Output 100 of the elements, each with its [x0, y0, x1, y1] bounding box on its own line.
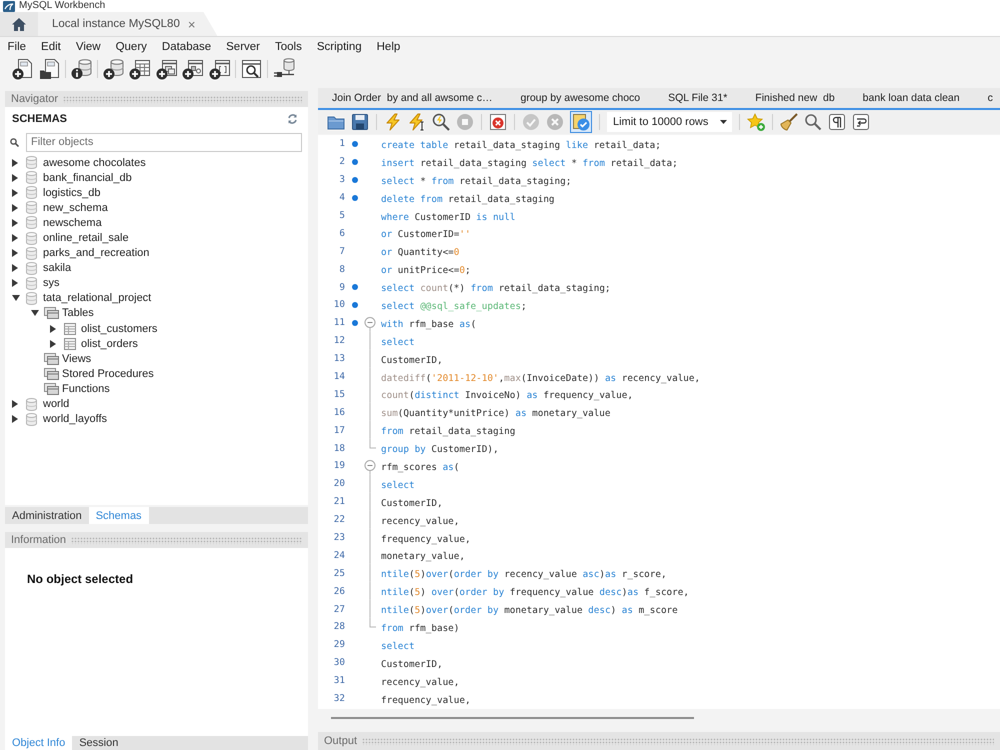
- database-icon: [26, 412, 37, 426]
- tree-item[interactable]: sys: [43, 277, 60, 290]
- panel-tab[interactable]: Session: [72, 736, 126, 750]
- code-line: insert retail_data_staging select * from retail_data;: [381, 158, 678, 169]
- info-database-icon[interactable]: [70, 58, 92, 80]
- caret-right-icon[interactable]: [12, 249, 18, 258]
- panel-title: Navigator: [11, 93, 58, 105]
- caret-right-icon[interactable]: [12, 279, 18, 288]
- caret-right-icon[interactable]: [50, 340, 56, 348]
- code-line: or CustomerID='': [381, 229, 471, 240]
- tree-item[interactable]: logistics_db: [43, 186, 100, 199]
- window-frame-plus-icon[interactable]: [208, 58, 230, 80]
- menu-item[interactable]: File: [0, 41, 34, 53]
- magnifier-window-icon[interactable]: [240, 58, 262, 80]
- editor-tab[interactable]: group by awesome choco: [506, 88, 654, 108]
- menu-item[interactable]: Query: [108, 41, 154, 53]
- tree-item[interactable]: sakila: [43, 262, 72, 274]
- toggle-button[interactable]: [570, 111, 592, 133]
- tree-item[interactable]: Views: [62, 352, 92, 365]
- caret-right-icon[interactable]: [12, 174, 18, 182]
- caret-right-icon[interactable]: [12, 415, 18, 424]
- tree-item[interactable]: awesome chocolates: [43, 156, 146, 169]
- menu-item[interactable]: Database: [154, 41, 219, 53]
- tree-item[interactable]: bank_financial_db: [43, 172, 132, 184]
- pilcrow-icon[interactable]: [828, 113, 846, 131]
- database-icon: [26, 398, 37, 411]
- caret-right-icon[interactable]: [12, 204, 18, 212]
- caret-right-icon[interactable]: [12, 400, 18, 408]
- document-folder-icon[interactable]: [38, 58, 60, 80]
- close-button[interactable]: ×: [188, 16, 196, 32]
- caret-right-icon[interactable]: [12, 188, 18, 197]
- document-plus-icon[interactable]: [12, 58, 34, 80]
- panel-tab[interactable]: Administration: [5, 507, 89, 524]
- tree-item[interactable]: online_retail_sale: [43, 232, 129, 244]
- line-number: 17: [332, 424, 346, 436]
- star-plus-icon[interactable]: [747, 113, 766, 131]
- database-plus-icon[interactable]: [102, 58, 124, 80]
- line-number: 10: [332, 299, 346, 310]
- line-number: 27: [332, 604, 346, 615]
- save-icon[interactable]: [351, 113, 369, 131]
- window-shapes-plus-icon[interactable]: [182, 58, 204, 80]
- tree-item[interactable]: Stored Procedures: [62, 368, 154, 380]
- tree-item[interactable]: world: [43, 398, 70, 410]
- database-icon: [26, 171, 37, 184]
- menu-item[interactable]: Edit: [34, 41, 68, 53]
- code-line: CustomerID,: [381, 354, 443, 366]
- panel-tab[interactable]: Schemas: [88, 507, 149, 524]
- editor-tab[interactable]: c: [974, 88, 993, 108]
- caret-right-icon[interactable]: [50, 324, 56, 333]
- menu-item[interactable]: Scripting: [309, 41, 370, 53]
- refresh-icon[interactable]: [287, 114, 298, 124]
- caret-down-icon[interactable]: [12, 295, 20, 302]
- caret-down-icon[interactable]: [31, 310, 39, 316]
- tree-item[interactable]: olist_orders: [81, 338, 138, 350]
- tree-item[interactable]: olist_customers: [81, 322, 158, 335]
- caret-right-icon[interactable]: [12, 234, 18, 242]
- tree-item[interactable]: Functions: [62, 382, 110, 395]
- limit-dropdown[interactable]: Limit to 10000 rows: [607, 112, 732, 132]
- tree-item[interactable]: parks_and_recreation: [43, 247, 150, 260]
- line-number: 12: [332, 335, 346, 346]
- lightning-cursor-icon[interactable]: [408, 113, 426, 131]
- menu-item[interactable]: Help: [369, 41, 408, 53]
- tree-item[interactable]: new_schema: [43, 202, 108, 214]
- tree-item[interactable]: newschema: [43, 216, 102, 229]
- line-number: 18: [332, 442, 346, 454]
- menu-item[interactable]: View: [68, 41, 108, 53]
- menu-item[interactable]: Tools: [268, 41, 310, 53]
- caret-right-icon[interactable]: [12, 218, 18, 227]
- horizontal-scrollbar[interactable]: [331, 716, 694, 718]
- tree-item[interactable]: world_layoffs: [43, 413, 107, 426]
- fold-toggle-icon[interactable]: [364, 457, 376, 475]
- editor-tab[interactable]: Join Order by and all awsome c…: [318, 88, 506, 108]
- connection-tab[interactable]: Local instance MySQL80 ×: [38, 12, 218, 36]
- lightning-icon[interactable]: [384, 113, 402, 131]
- search-icon[interactable]: [804, 113, 822, 131]
- filter-field[interactable]: Filter objects: [26, 132, 302, 152]
- line-number: 2: [338, 156, 346, 168]
- tree-item[interactable]: Tables: [62, 307, 94, 320]
- home-tab[interactable]: [0, 12, 38, 36]
- code-line: select * from retail_data_staging;: [381, 176, 572, 187]
- database-icon: [26, 246, 37, 260]
- panel-tab[interactable]: Object Info: [5, 736, 72, 750]
- x-circle-page-icon[interactable]: [489, 113, 507, 131]
- line-number: 22: [332, 514, 346, 526]
- broom-icon[interactable]: [780, 113, 798, 131]
- database-plug-icon[interactable]: [272, 58, 294, 80]
- menu-item[interactable]: Server: [218, 41, 268, 53]
- magnifier-lightning-icon[interactable]: [432, 113, 450, 131]
- editor-tab[interactable]: SQL File 31*: [654, 88, 742, 108]
- caret-right-icon[interactable]: [12, 264, 18, 272]
- editor-tab[interactable]: bank loan data clean: [848, 88, 974, 108]
- database-icon: [26, 156, 37, 170]
- tree-item[interactable]: tata_relational_project: [43, 292, 152, 304]
- table-plus-icon[interactable]: [129, 58, 151, 80]
- editor-tab[interactable]: Finished new db: [741, 88, 849, 108]
- line-number: 16: [332, 406, 346, 418]
- wrap-icon[interactable]: [852, 113, 870, 131]
- caret-right-icon[interactable]: [12, 158, 18, 167]
- stacked-windows-plus-icon[interactable]: [156, 58, 178, 80]
- code-line: select @@sql_safe_updates;: [381, 300, 527, 312]
